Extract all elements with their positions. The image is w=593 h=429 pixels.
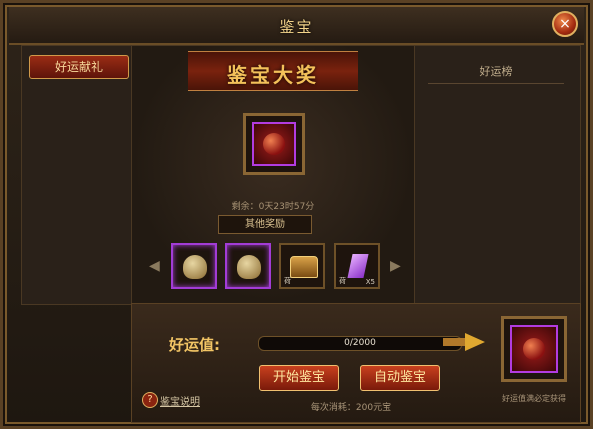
item-count: X5 bbox=[365, 278, 375, 286]
nut-icon bbox=[183, 255, 207, 279]
help-link[interactable]: 鉴宝说明 bbox=[160, 393, 200, 408]
remaining-time: 剩余：0天23时57分 bbox=[231, 202, 315, 212]
arrow-right-icon[interactable]: ▶ bbox=[390, 258, 401, 274]
help-icon[interactable]: ? bbox=[142, 392, 158, 408]
luck-value-label: 好运值: bbox=[169, 336, 220, 354]
luck-ranking-title: 好运榜 bbox=[479, 65, 513, 78]
luck-prize-slot[interactable] bbox=[501, 316, 567, 382]
start-appraisal-button[interactable]: 开始鉴宝 bbox=[259, 365, 339, 391]
luck-prize-icon bbox=[510, 325, 558, 373]
bind-tag: 荷 bbox=[339, 277, 346, 285]
arrow-left-icon[interactable]: ◀ bbox=[149, 258, 160, 274]
nut-icon bbox=[237, 255, 261, 279]
luck-prize-caption: 好运值满必定获得 bbox=[502, 394, 566, 403]
grand-prize-title: 鉴宝大奖 bbox=[227, 63, 319, 87]
luck-progress-bar: 0/2000 bbox=[258, 336, 462, 351]
grand-prize-icon bbox=[252, 122, 296, 166]
treasure-chest-icon bbox=[290, 256, 318, 278]
auto-appraisal-button[interactable]: 自动鉴宝 bbox=[360, 365, 440, 391]
close-button[interactable]: × bbox=[552, 11, 578, 37]
left-panel bbox=[21, 45, 133, 305]
grand-prize-banner: 鉴宝大奖 bbox=[188, 51, 358, 91]
grand-prize-slot[interactable] bbox=[243, 113, 305, 175]
title-bar: 鉴宝 × bbox=[9, 7, 584, 45]
luck-progress-text: 0/2000 bbox=[344, 338, 376, 348]
purple-gem-icon bbox=[347, 254, 369, 278]
divider bbox=[428, 83, 564, 84]
treasure-appraisal-window: 鉴宝 × 好运献礼 好运榜 鉴宝大奖 剩余：0天23时57分 其他奖励 ◀ 荷 … bbox=[0, 0, 593, 429]
reward-item-4[interactable]: 荷 X5 bbox=[334, 243, 380, 289]
cost-per-try: 每次消耗：200元宝 bbox=[310, 403, 392, 413]
window-title: 鉴宝 bbox=[279, 18, 314, 36]
arrow-stem bbox=[443, 338, 465, 346]
luck-ranking-panel bbox=[413, 45, 581, 305]
bind-tag: 荷 bbox=[284, 277, 291, 285]
reward-item-2[interactable] bbox=[225, 243, 271, 289]
arrow-right-icon bbox=[465, 333, 485, 351]
tab-luck-gift[interactable]: 好运献礼 bbox=[29, 55, 129, 79]
reward-item-1[interactable] bbox=[171, 243, 217, 289]
other-rewards-label: 其他奖励 bbox=[218, 215, 312, 234]
reward-item-3[interactable]: 荷 bbox=[279, 243, 325, 289]
